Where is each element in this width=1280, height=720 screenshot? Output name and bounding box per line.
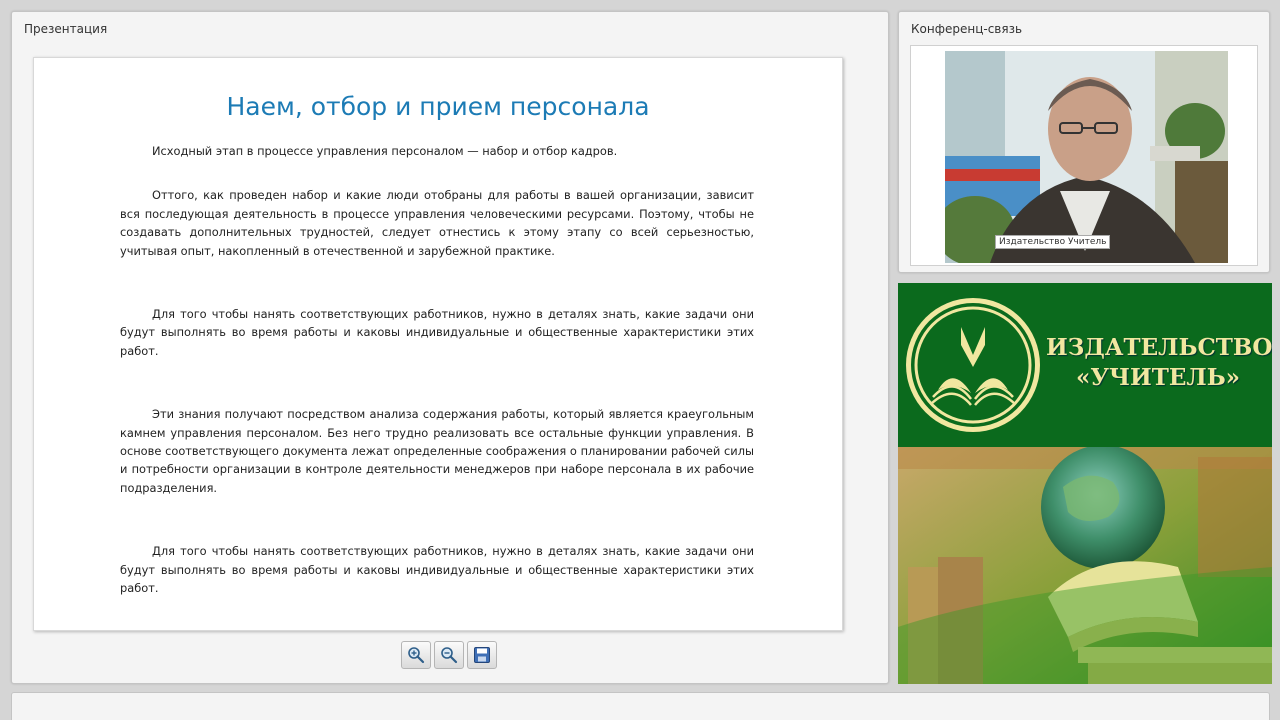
banner-logo-area: ИЗДАТЕЛЬСТВО «УЧИТЕЛЬ» [898, 283, 1272, 447]
publisher-name-line2: «УЧИТЕЛЬ» [1075, 364, 1241, 391]
slide-body: Исходный этап в процессе управления перс… [120, 142, 754, 598]
slide-paragraph: Оттого, как проведен набор и какие люди … [120, 188, 754, 258]
bottom-panel [11, 692, 1270, 720]
slide-title: Наем, отбор и прием персонала [226, 92, 650, 121]
slide: Наем, отбор и прием персонала Исходный э… [33, 57, 843, 631]
conference-panel-title: Конференц-связь [911, 22, 1023, 36]
conference-panel: Конференц-связь Издательство Учитель [898, 11, 1270, 273]
slide-paragraph: Для того чтобы нанять соответствующих ра… [120, 544, 754, 596]
zoom-out-icon [441, 647, 458, 664]
books-globe-image [898, 445, 1272, 684]
slide-paragraph: Для того чтобы нанять соответствующих ра… [120, 307, 754, 358]
slide-paragraph: Эти знания получают посредством анализа … [120, 407, 754, 495]
speaker-label: Издательство Учитель [995, 235, 1111, 249]
presentation-panel: Презентация Наем, отбор и прием персонал… [11, 11, 889, 684]
publisher-name-line1: ИЗДАТЕЛЬСТВО [1046, 334, 1272, 361]
video-feed[interactable] [945, 51, 1228, 263]
publisher-logo-icon [906, 298, 1040, 432]
save-button[interactable] [467, 641, 497, 669]
speaker-video-image [945, 51, 1228, 263]
save-icon [474, 647, 490, 663]
banner-books-image [898, 445, 1272, 684]
slide-paragraph: Исходный этап в процессе управления перс… [152, 144, 618, 158]
video-container: Издательство Учитель [910, 45, 1258, 266]
zoom-in-icon [408, 647, 425, 664]
publisher-name: ИЗДАТЕЛЬСТВО «УЧИТЕЛЬ» [1046, 333, 1272, 393]
presentation-panel-title: Презентация [24, 22, 108, 36]
zoom-in-button[interactable] [401, 641, 431, 669]
publisher-banner[interactable]: ИЗДАТЕЛЬСТВО «УЧИТЕЛЬ» [898, 283, 1272, 684]
slide-toolbar [401, 641, 497, 669]
zoom-out-button[interactable] [434, 641, 464, 669]
